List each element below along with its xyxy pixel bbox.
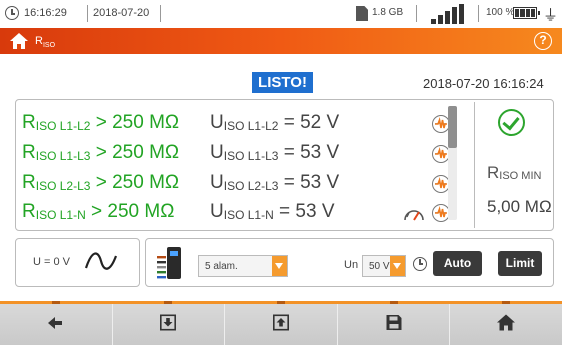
uiso-result: UISO L1-L2 = 52 V [210,112,340,133]
status-divider [87,5,88,22]
title-bar: RISO ? [0,28,562,54]
scroll-thumb[interactable] [448,106,457,148]
riso-min-value: 5,00 MΩ [487,197,552,216]
battery-icon [513,7,540,19]
back-arrow-icon [47,316,64,334]
uiso-result: UISO L1-L3 = 53 V [210,142,340,163]
leads-select[interactable]: 5 alam. [198,255,288,277]
status-divider [416,5,417,22]
chevron-down-icon [272,256,287,276]
timer-icon [413,257,427,271]
home-icon [497,314,516,335]
plug-icon: ⏚ [543,7,559,24]
un-label: Un [344,259,359,271]
status-time: 16:16:29 [24,7,67,19]
status-date: 2018-07-20 [93,7,150,19]
download-button[interactable] [113,301,226,345]
sine-icon [84,252,118,277]
voltage-label: U = 0 V [33,256,70,268]
help-icon[interactable]: ? [534,32,552,50]
status-badge: LISTO! [252,72,313,93]
sd-card-icon [356,6,368,21]
status-bar: 16:16:29 2018-07-20 1.8 GB 100 % ⏚ [0,0,562,28]
results-panel: RISO L1-L2 > 250 MΩ UISO L1-L2 = 52 V RI… [15,99,554,231]
home-button[interactable] [450,301,562,345]
status-divider [478,5,479,22]
riso-result: RISO L1-L3 > 250 MΩ [22,142,180,163]
riso-result: RISO L1-L2 > 250 MΩ [22,112,180,133]
riso-min-label: RISO MIN [487,163,542,182]
status-divider [160,5,161,22]
gauge-icon [403,205,425,221]
upload-button[interactable] [225,301,338,345]
memory-status: 1.8 GB [372,7,404,18]
chevron-down-icon [390,256,405,276]
upload-icon [272,314,289,335]
save-button[interactable] [338,301,451,345]
voltage-box: U = 0 V [15,238,140,287]
results-scrollbar[interactable] [448,106,457,220]
result-row: RISO L1-L2 > 250 MΩ UISO L1-L2 = 52 V [22,112,450,136]
controls-box: 5 alam. Un 50 V Auto Limit [145,238,554,287]
connector-icon [155,244,189,282]
page-title: RISO [35,35,56,50]
measurement-datetime: 2018-07-20 16:16:24 [423,76,544,91]
limit-button[interactable]: Limit [498,251,542,276]
save-icon [386,314,402,335]
auto-button[interactable]: Auto [433,251,482,276]
home-icon[interactable] [10,33,28,49]
check-icon [498,109,525,136]
download-icon [160,314,177,335]
back-button[interactable] [0,301,113,345]
clock-icon [5,6,19,20]
uiso-result: UISO L2-L3 = 53 V [210,172,340,193]
riso-result: RISO L1-N > 250 MΩ [22,201,175,222]
uiso-result: UISO L1-N = 53 V [210,201,335,222]
result-row: RISO L1-N > 250 MΩ UISO L1-N = 53 V [22,201,450,225]
result-row: RISO L1-L3 > 250 MΩ UISO L1-L3 = 53 V [22,142,450,166]
riso-min-box: RISO MIN 5,00 MΩ [474,102,552,228]
result-row: RISO L2-L3 > 250 MΩ UISO L2-L3 = 53 V [22,172,450,196]
battery-percent: 100 % [486,7,515,18]
signal-icon [431,4,465,24]
un-select[interactable]: 50 V [362,255,406,277]
riso-result: RISO L2-L3 > 250 MΩ [22,172,180,193]
bottom-nav [0,301,562,345]
